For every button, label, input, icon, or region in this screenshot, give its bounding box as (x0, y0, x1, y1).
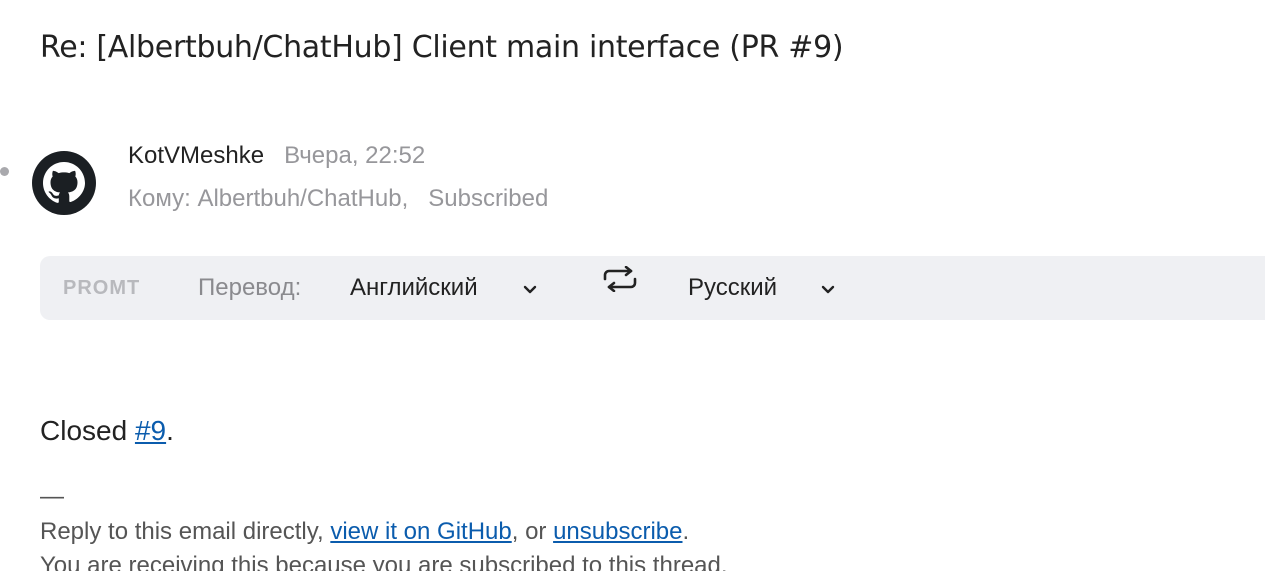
source-language-select[interactable]: Английский (350, 256, 550, 320)
pr-link[interactable]: #9 (135, 415, 166, 446)
closed-text: Closed (40, 415, 135, 446)
sender-name[interactable]: KotVMeshke (128, 142, 264, 169)
target-language-select[interactable]: Русский (688, 256, 848, 320)
target-language-value: Русский (688, 274, 778, 301)
recipient-subscribed[interactable]: Subscribed (428, 185, 548, 212)
signature-separator: — (40, 483, 64, 510)
chevron-down-icon (821, 256, 835, 345)
to-label: Кому: (128, 185, 191, 212)
github-icon[interactable] (32, 151, 96, 215)
translate-label: Перевод: (198, 274, 302, 301)
or-text: , or (511, 518, 554, 545)
receiving-notice: You are receiving this because you are s… (40, 552, 728, 571)
chevron-down-icon (523, 256, 537, 345)
sent-time: Вчера, 22:52 (284, 142, 426, 169)
unread-indicator[interactable] (0, 167, 9, 176)
swap-languages-button[interactable] (600, 256, 640, 320)
recipients-line: Кому: Albertbuh/ChatHub, Subscribed (128, 185, 548, 213)
reply-line: Reply to this email directly, view it on… (40, 518, 689, 546)
reply-text: Reply to this email directly, (40, 518, 331, 545)
email-subject: Re: [Albertbuh/ChatHub] Client main inte… (40, 30, 844, 65)
swap-arrows-icon (601, 256, 639, 320)
unsubscribe-link[interactable]: unsubscribe (553, 518, 682, 545)
recipient-address[interactable]: Albertbuh/ChatHub, (197, 185, 408, 212)
email-body: Closed #9. (40, 415, 174, 447)
end-period: . (682, 518, 690, 545)
translate-bar: PROMT Перевод: Английский Русский (40, 256, 1265, 320)
view-on-github-link[interactable]: view it on GitHub (330, 518, 511, 545)
body-period: . (166, 415, 174, 446)
email-view: Re: [Albertbuh/ChatHub] Client main inte… (0, 0, 1265, 571)
source-language-value: Английский (350, 274, 478, 301)
promt-logo: PROMT (63, 277, 141, 299)
sender-line: KotVMeshke Вчера, 22:52 (128, 142, 425, 170)
